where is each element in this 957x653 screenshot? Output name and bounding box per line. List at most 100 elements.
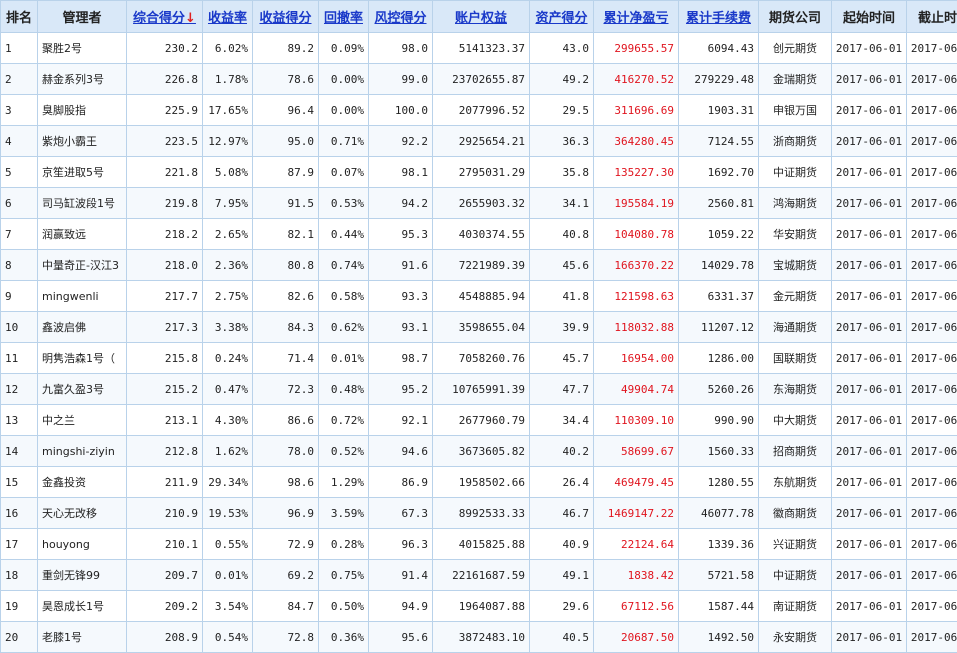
end-date-cell: 2017-06-14 bbox=[907, 64, 957, 95]
drawdown-cell: 0.01% bbox=[319, 343, 369, 374]
net-pnl-cell: 22124.64 bbox=[594, 529, 679, 560]
manager-cell[interactable]: mingshi-ziyin bbox=[38, 436, 127, 467]
asset-score-cell: 34.1 bbox=[530, 188, 594, 219]
return-rate-cell: 29.34% bbox=[203, 467, 253, 498]
return-score-cell: 98.6 bbox=[253, 467, 319, 498]
sort-fees[interactable]: 累计手续费 bbox=[679, 1, 759, 33]
drawdown-cell: 0.00% bbox=[319, 64, 369, 95]
header-row: 排名 管理者 综合得分↓ 收益率 收益得分 回撤率 风控得分 账户权益 资产得分… bbox=[1, 1, 957, 33]
start-date-cell: 2017-06-01 bbox=[832, 467, 907, 498]
fees-cell: 1560.33 bbox=[679, 436, 759, 467]
fees-cell: 279229.48 bbox=[679, 64, 759, 95]
composite-cell: 225.9 bbox=[127, 95, 203, 126]
table-row: 5 京笙进取5号 221.8 5.08% 87.9 0.07% 98.1 279… bbox=[1, 157, 957, 188]
manager-cell[interactable]: 中之兰 bbox=[38, 405, 127, 436]
drawdown-cell: 0.48% bbox=[319, 374, 369, 405]
company-cell: 鸿海期货 bbox=[759, 188, 832, 219]
company-cell: 浙商期货 bbox=[759, 126, 832, 157]
table-row: 11 明隽浩森1号（ 215.8 0.24% 71.4 0.01% 98.7 7… bbox=[1, 343, 957, 374]
end-date-cell: 2017-06-14 bbox=[907, 250, 957, 281]
asset-score-cell: 40.8 bbox=[530, 219, 594, 250]
company-cell: 中证期货 bbox=[759, 157, 832, 188]
drawdown-cell: 0.28% bbox=[319, 529, 369, 560]
sort-drawdown[interactable]: 回撤率 bbox=[319, 1, 369, 33]
asset-score-cell: 34.4 bbox=[530, 405, 594, 436]
composite-cell: 218.2 bbox=[127, 219, 203, 250]
return-rate-cell: 1.62% bbox=[203, 436, 253, 467]
manager-cell[interactable]: 鑫波启佛 bbox=[38, 312, 127, 343]
return-rate-cell: 2.36% bbox=[203, 250, 253, 281]
manager-cell[interactable]: 金鑫投资 bbox=[38, 467, 127, 498]
risk-score-cell: 94.6 bbox=[369, 436, 433, 467]
end-date-cell: 2017-06-14 bbox=[907, 374, 957, 405]
equity-cell: 4015825.88 bbox=[433, 529, 530, 560]
manager-cell[interactable]: mingwenli bbox=[38, 281, 127, 312]
manager-cell[interactable]: 中量奇正-汉江3 bbox=[38, 250, 127, 281]
header-composite-label: 综合得分 bbox=[133, 11, 185, 26]
sort-return-score[interactable]: 收益得分 bbox=[253, 1, 319, 33]
manager-cell[interactable]: 润赢致远 bbox=[38, 219, 127, 250]
sort-net-pnl[interactable]: 累计净盈亏 bbox=[594, 1, 679, 33]
composite-cell: 217.7 bbox=[127, 281, 203, 312]
table-row: 7 润赢致远 218.2 2.65% 82.1 0.44% 95.3 40303… bbox=[1, 219, 957, 250]
net-pnl-cell: 364280.45 bbox=[594, 126, 679, 157]
manager-cell[interactable]: 京笙进取5号 bbox=[38, 157, 127, 188]
manager-cell[interactable]: 聚胜2号 bbox=[38, 33, 127, 64]
manager-cell[interactable]: 老膝1号 bbox=[38, 622, 127, 653]
rank-cell: 16 bbox=[1, 498, 38, 529]
table-row: 13 中之兰 213.1 4.30% 86.6 0.72% 92.1 26779… bbox=[1, 405, 957, 436]
fees-cell: 5260.26 bbox=[679, 374, 759, 405]
return-score-cell: 84.7 bbox=[253, 591, 319, 622]
manager-cell[interactable]: houyong bbox=[38, 529, 127, 560]
return-rate-cell: 6.02% bbox=[203, 33, 253, 64]
composite-cell: 226.8 bbox=[127, 64, 203, 95]
composite-cell: 212.8 bbox=[127, 436, 203, 467]
fees-cell: 1339.36 bbox=[679, 529, 759, 560]
company-cell: 中大期货 bbox=[759, 405, 832, 436]
rank-cell: 13 bbox=[1, 405, 38, 436]
drawdown-cell: 0.09% bbox=[319, 33, 369, 64]
start-date-cell: 2017-06-01 bbox=[832, 591, 907, 622]
manager-cell[interactable]: 紫炮小霸王 bbox=[38, 126, 127, 157]
manager-cell[interactable]: 天心无改移 bbox=[38, 498, 127, 529]
return-rate-cell: 4.30% bbox=[203, 405, 253, 436]
sort-composite-score[interactable]: 综合得分↓ bbox=[127, 1, 203, 33]
manager-cell[interactable]: 九富久盈3号 bbox=[38, 374, 127, 405]
equity-cell: 2655903.32 bbox=[433, 188, 530, 219]
equity-cell: 7058260.76 bbox=[433, 343, 530, 374]
sort-account-equity[interactable]: 账户权益 bbox=[433, 1, 530, 33]
risk-score-cell: 95.3 bbox=[369, 219, 433, 250]
fees-cell: 46077.78 bbox=[679, 498, 759, 529]
start-date-cell: 2017-06-01 bbox=[832, 343, 907, 374]
composite-cell: 213.1 bbox=[127, 405, 203, 436]
drawdown-cell: 0.07% bbox=[319, 157, 369, 188]
sort-return-rate[interactable]: 收益率 bbox=[203, 1, 253, 33]
drawdown-cell: 3.59% bbox=[319, 498, 369, 529]
composite-cell: 208.9 bbox=[127, 622, 203, 653]
composite-cell: 215.2 bbox=[127, 374, 203, 405]
sort-asset-score[interactable]: 资产得分 bbox=[530, 1, 594, 33]
company-cell: 金元期货 bbox=[759, 281, 832, 312]
net-pnl-cell: 104080.78 bbox=[594, 219, 679, 250]
net-pnl-cell: 416270.52 bbox=[594, 64, 679, 95]
return-rate-cell: 2.65% bbox=[203, 219, 253, 250]
manager-cell[interactable]: 臭脚股指 bbox=[38, 95, 127, 126]
return-score-cell: 86.6 bbox=[253, 405, 319, 436]
manager-cell[interactable]: 司马缸波段1号 bbox=[38, 188, 127, 219]
return-rate-cell: 12.97% bbox=[203, 126, 253, 157]
manager-cell[interactable]: 重剑无锋99 bbox=[38, 560, 127, 591]
fees-cell: 6331.37 bbox=[679, 281, 759, 312]
asset-score-cell: 47.7 bbox=[530, 374, 594, 405]
sort-risk-score[interactable]: 风控得分 bbox=[369, 1, 433, 33]
table-row: 12 九富久盈3号 215.2 0.47% 72.3 0.48% 95.2 10… bbox=[1, 374, 957, 405]
manager-cell[interactable]: 明隽浩森1号（ bbox=[38, 343, 127, 374]
fees-cell: 1692.70 bbox=[679, 157, 759, 188]
start-date-cell: 2017-06-01 bbox=[832, 529, 907, 560]
fees-cell: 1587.44 bbox=[679, 591, 759, 622]
company-cell: 南证期货 bbox=[759, 591, 832, 622]
manager-cell[interactable]: 赫金系列3号 bbox=[38, 64, 127, 95]
start-date-cell: 2017-06-01 bbox=[832, 622, 907, 653]
manager-cell[interactable]: 昊恩成长1号 bbox=[38, 591, 127, 622]
net-pnl-cell: 1838.42 bbox=[594, 560, 679, 591]
table-row: 4 紫炮小霸王 223.5 12.97% 95.0 0.71% 92.2 292… bbox=[1, 126, 957, 157]
